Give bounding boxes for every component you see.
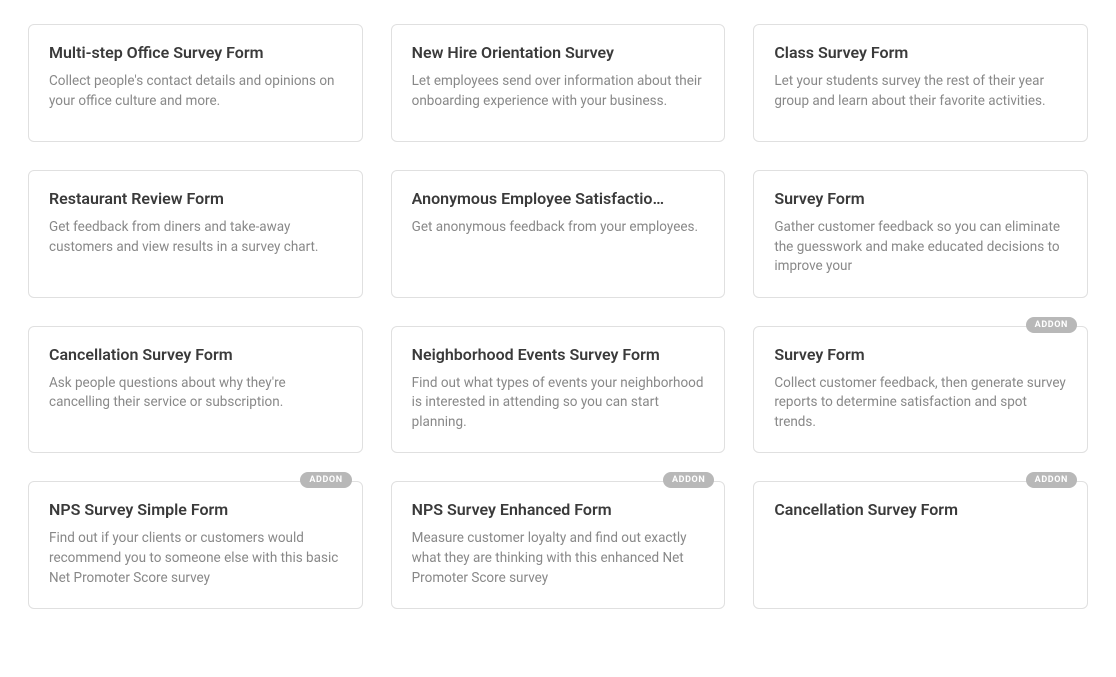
addon-badge: ADDON [1026,472,1077,488]
template-card[interactable]: New Hire Orientation Survey Let employee… [391,24,726,142]
card-description: Find out what types of events your neigh… [412,374,705,433]
card-title: Survey Form [774,345,1067,364]
template-card[interactable]: Survey Form Gather customer feedback so … [753,170,1088,298]
template-card[interactable]: ADDON NPS Survey Enhanced Form Measure c… [391,481,726,609]
template-card[interactable]: Neighborhood Events Survey Form Find out… [391,326,726,454]
card-title: Survey Form [774,189,1067,208]
card-description: Gather customer feedback so you can elim… [774,218,1067,277]
card-title: Restaurant Review Form [49,189,342,208]
card-title: Multi-step Office Survey Form [49,43,342,62]
card-description: Collect customer feedback, then generate… [774,374,1067,433]
template-card[interactable]: Anonymous Employee Satisfactio… Get anon… [391,170,726,298]
card-title: Class Survey Form [774,43,1067,62]
template-card[interactable]: Cancellation Survey Form Ask people ques… [28,326,363,454]
card-description: Find out if your clients or customers wo… [49,529,342,588]
card-title: NPS Survey Enhanced Form [412,500,705,519]
template-card[interactable]: ADDON NPS Survey Simple Form Find out if… [28,481,363,609]
card-description: Get feedback from diners and take-away c… [49,218,342,257]
card-description: Let employees send over information abou… [412,72,705,111]
card-description: Let your students survey the rest of the… [774,72,1067,111]
template-card[interactable]: Class Survey Form Let your students surv… [753,24,1088,142]
template-card[interactable]: ADDON Cancellation Survey Form [753,481,1088,609]
card-description: Get anonymous feedback from your employe… [412,218,705,238]
card-title: New Hire Orientation Survey [412,43,705,62]
card-description: Ask people questions about why they're c… [49,374,342,413]
template-card[interactable]: Multi-step Office Survey Form Collect pe… [28,24,363,142]
template-grid: Multi-step Office Survey Form Collect pe… [28,24,1088,609]
addon-badge: ADDON [663,472,714,488]
card-title: Cancellation Survey Form [774,500,1067,519]
card-title: NPS Survey Simple Form [49,500,342,519]
addon-badge: ADDON [300,472,351,488]
template-card[interactable]: Restaurant Review Form Get feedback from… [28,170,363,298]
card-title: Cancellation Survey Form [49,345,342,364]
card-title: Neighborhood Events Survey Form [412,345,705,364]
addon-badge: ADDON [1026,317,1077,333]
card-title: Anonymous Employee Satisfactio… [412,189,705,208]
card-description: Collect people's contact details and opi… [49,72,342,111]
card-description: Measure customer loyalty and find out ex… [412,529,705,588]
template-card[interactable]: ADDON Survey Form Collect customer feedb… [753,326,1088,454]
